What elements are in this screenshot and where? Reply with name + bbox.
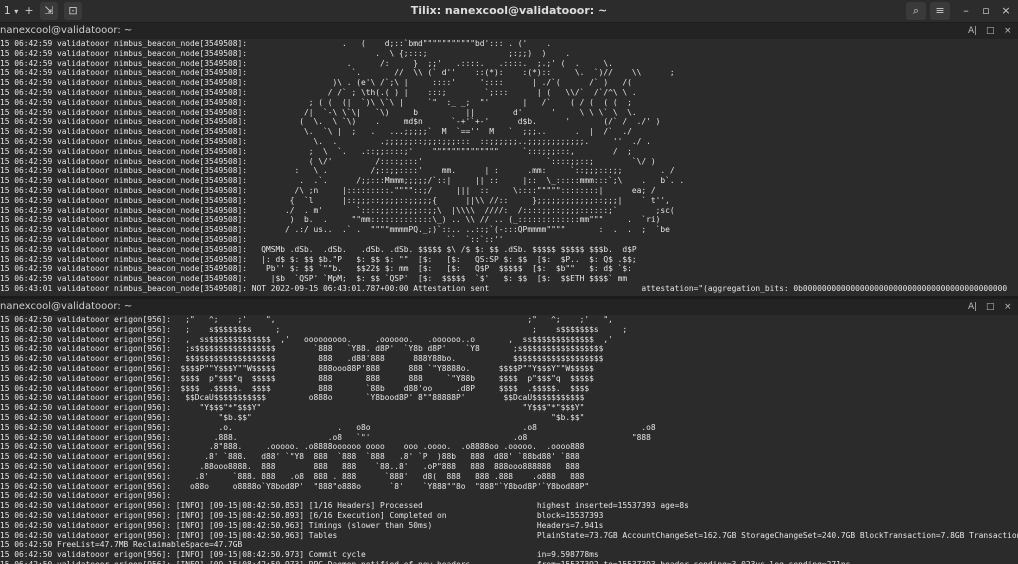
maximize-pane-icon[interactable]: □ — [986, 299, 995, 315]
terminal-line: 15 06:42:50 validatooor erigon[956]: [IN… — [0, 510, 604, 520]
search-button[interactable]: ⌕ — [906, 2, 926, 20]
terminal-line: 15 06:42:50 validatooor erigon[956]: .8'… — [0, 471, 585, 481]
terminal-line: 15 06:42:59 validatooor nimbus_beacon_no… — [0, 48, 571, 58]
font-size-icon[interactable]: A| — [968, 299, 977, 315]
terminal-line: 15 06:42:59 validatooor nimbus_beacon_no… — [0, 176, 685, 186]
terminal-line: 15 06:42:59 validatooor nimbus_beacon_no… — [0, 107, 637, 117]
top-terminal[interactable]: 15 06:42:59 validatooor nimbus_beacon_no… — [0, 39, 1018, 296]
terminal-line: 15 06:42:50 validatooor erigon[956]: o88… — [0, 481, 590, 491]
close-pane-icon[interactable]: × — [1004, 23, 1012, 39]
terminal-line: 15 06:42:59 validatooor nimbus_beacon_no… — [0, 215, 661, 225]
terminal-line: 15 06:42:59 validatooor nimbus_beacon_no… — [0, 195, 670, 205]
terminal-line: 15 06:42:50 validatooor erigon[956]: $$$… — [0, 373, 594, 383]
terminal-line: 15 06:42:59 validatooor nimbus_beacon_no… — [0, 136, 651, 146]
minimize-icon: – — [963, 4, 969, 17]
terminal-line: 15 06:42:50 validatooor erigon[956]: [IN… — [0, 530, 1018, 540]
close-icon: × — [1001, 4, 1011, 17]
terminal-line: 15 06:42:59 validatooor nimbus_beacon_no… — [0, 185, 656, 195]
terminal-line: 15 06:42:50 validatooor erigon[956]: $$$… — [0, 354, 604, 364]
terminal-line: 15 06:42:59 validatooor nimbus_beacon_no… — [0, 156, 656, 166]
search-icon: ⌕ — [912, 4, 920, 17]
close-pane-icon[interactable]: × — [1004, 299, 1012, 315]
maximize-pane-icon[interactable]: □ — [986, 23, 995, 39]
terminal-line: 15 06:42:59 validatooor nimbus_beacon_no… — [0, 234, 537, 244]
terminal-line: 15 06:42:50 validatooor erigon[956]: $$D… — [0, 393, 585, 403]
top-pane-header: nanexcool@validatooor: ~ A| □ × — [0, 23, 1018, 39]
terminal-line: 15 06:42:59 validatooor nimbus_beacon_no… — [0, 39, 552, 48]
maximize-icon: ▫ — [982, 4, 990, 17]
maximize-button[interactable]: ▫ — [978, 2, 994, 20]
window-title: Tilix: nanexcool@validatooor: ~ — [410, 4, 608, 17]
terminal-line: 15 06:42:50 validatooor erigon[956]: .8"… — [0, 442, 585, 452]
bottom-pane-title: nanexcool@validatooor: ~ — [0, 301, 133, 312]
terminal-line: 15 06:42:50 validatooor erigon[956]: [IN… — [0, 550, 599, 560]
terminal-line: 15 06:42:59 validatooor nimbus_beacon_no… — [0, 264, 632, 274]
terminal-line: 15 06:42:50 validatooor erigon[956]: [IN… — [0, 501, 689, 511]
terminal-line: 15 06:42:50 validatooor erigon[956]: .8'… — [0, 452, 580, 462]
top-pane-title: nanexcool@validatooor: ~ — [0, 25, 133, 36]
hamburger-menu-icon: ≡ — [935, 4, 945, 17]
terminal-line: 15 06:42:59 validatooor nimbus_beacon_no… — [0, 68, 675, 78]
terminal-line: 15 06:43:01 validatooor nimbus_beacon_no… — [0, 283, 1008, 293]
terminal-line: 15 06:42:59 validatooor nimbus_beacon_no… — [0, 146, 632, 156]
terminal-line: 15 06:42:59 validatooor nimbus_beacon_no… — [0, 166, 675, 176]
terminal-line: 15 06:42:59 validatooor nimbus_beacon_no… — [0, 274, 628, 284]
terminal-line: 15 06:42:59 validatooor nimbus_beacon_no… — [0, 78, 632, 88]
terminal-line: 15 06:42:50 validatooor erigon[956]: ; s… — [0, 324, 628, 334]
terminal-line: 15 06:42:50 validatooor erigon[956]: "Y$… — [0, 403, 585, 413]
terminal-line: 15 06:42:50 FreeList=47.7MB ReclaimableS… — [0, 540, 243, 550]
terminal-line: 15 06:42:50 validatooor erigon[956]: [IN… — [0, 560, 1018, 564]
terminal-line: 15 06:42:59 validatooor nimbus_beacon_no… — [0, 97, 632, 107]
terminal-line: 15 06:42:50 validatooor erigon[956]: [IN… — [0, 520, 604, 530]
terminal-line: 15 06:42:59 validatooor nimbus_beacon_no… — [0, 244, 637, 254]
menu-button[interactable]: ≡ — [930, 2, 950, 20]
window-titlebar: 1 ▾ + ⇲ ⊡ Tilix: nanexcool@validatooor: … — [0, 0, 1018, 23]
terminal-line: 15 06:42:59 validatooor nimbus_beacon_no… — [0, 254, 637, 264]
terminal-line: 15 06:42:50 validatooor erigon[956]: ;s$… — [0, 344, 604, 354]
terminal-line: 15 06:42:59 validatooor nimbus_beacon_no… — [0, 87, 637, 97]
terminal-line: 15 06:42:50 validatooor erigon[956]: $$$… — [0, 383, 590, 393]
font-size-icon[interactable]: A| — [968, 23, 977, 39]
terminal-line: 15 06:42:50 validatooor erigon[956]: .o.… — [0, 422, 656, 432]
terminal-line: 15 06:42:59 validatooor nimbus_beacon_no… — [0, 117, 661, 127]
terminal-line: 15 06:42:50 validatooor erigon[956]: .88… — [0, 432, 651, 442]
terminal-line: 15 06:42:59 validatooor nimbus_beacon_no… — [0, 127, 632, 137]
bottom-pane-header: nanexcool@validatooor: ~ A| □ × — [0, 299, 1018, 315]
minimize-button[interactable]: – — [958, 2, 974, 20]
close-button[interactable]: × — [998, 2, 1014, 20]
terminal-line: 15 06:42:59 validatooor nimbus_beacon_no… — [0, 205, 675, 215]
terminal-line: 15 06:42:59 validatooor nimbus_beacon_no… — [0, 58, 613, 68]
terminal-line: 15 06:42:50 validatooor erigon[956]: $$$… — [0, 363, 594, 373]
terminal-line: 15 06:42:50 validatooor erigon[956]: "$b… — [0, 412, 585, 422]
terminal-line: 15 06:42:50 validatooor erigon[956]: ;" … — [0, 315, 613, 324]
terminal-line: 15 06:42:50 validatooor erigon[956]: .88… — [0, 461, 580, 471]
terminal-line: 15 06:42:50 validatooor erigon[956]: — [0, 491, 172, 501]
bottom-terminal[interactable]: 15 06:42:50 validatooor erigon[956]: ;" … — [0, 315, 1018, 564]
terminal-line: 15 06:42:59 validatooor nimbus_beacon_no… — [0, 225, 670, 235]
terminal-line: 15 06:42:50 validatooor erigon[956]: , s… — [0, 334, 613, 344]
